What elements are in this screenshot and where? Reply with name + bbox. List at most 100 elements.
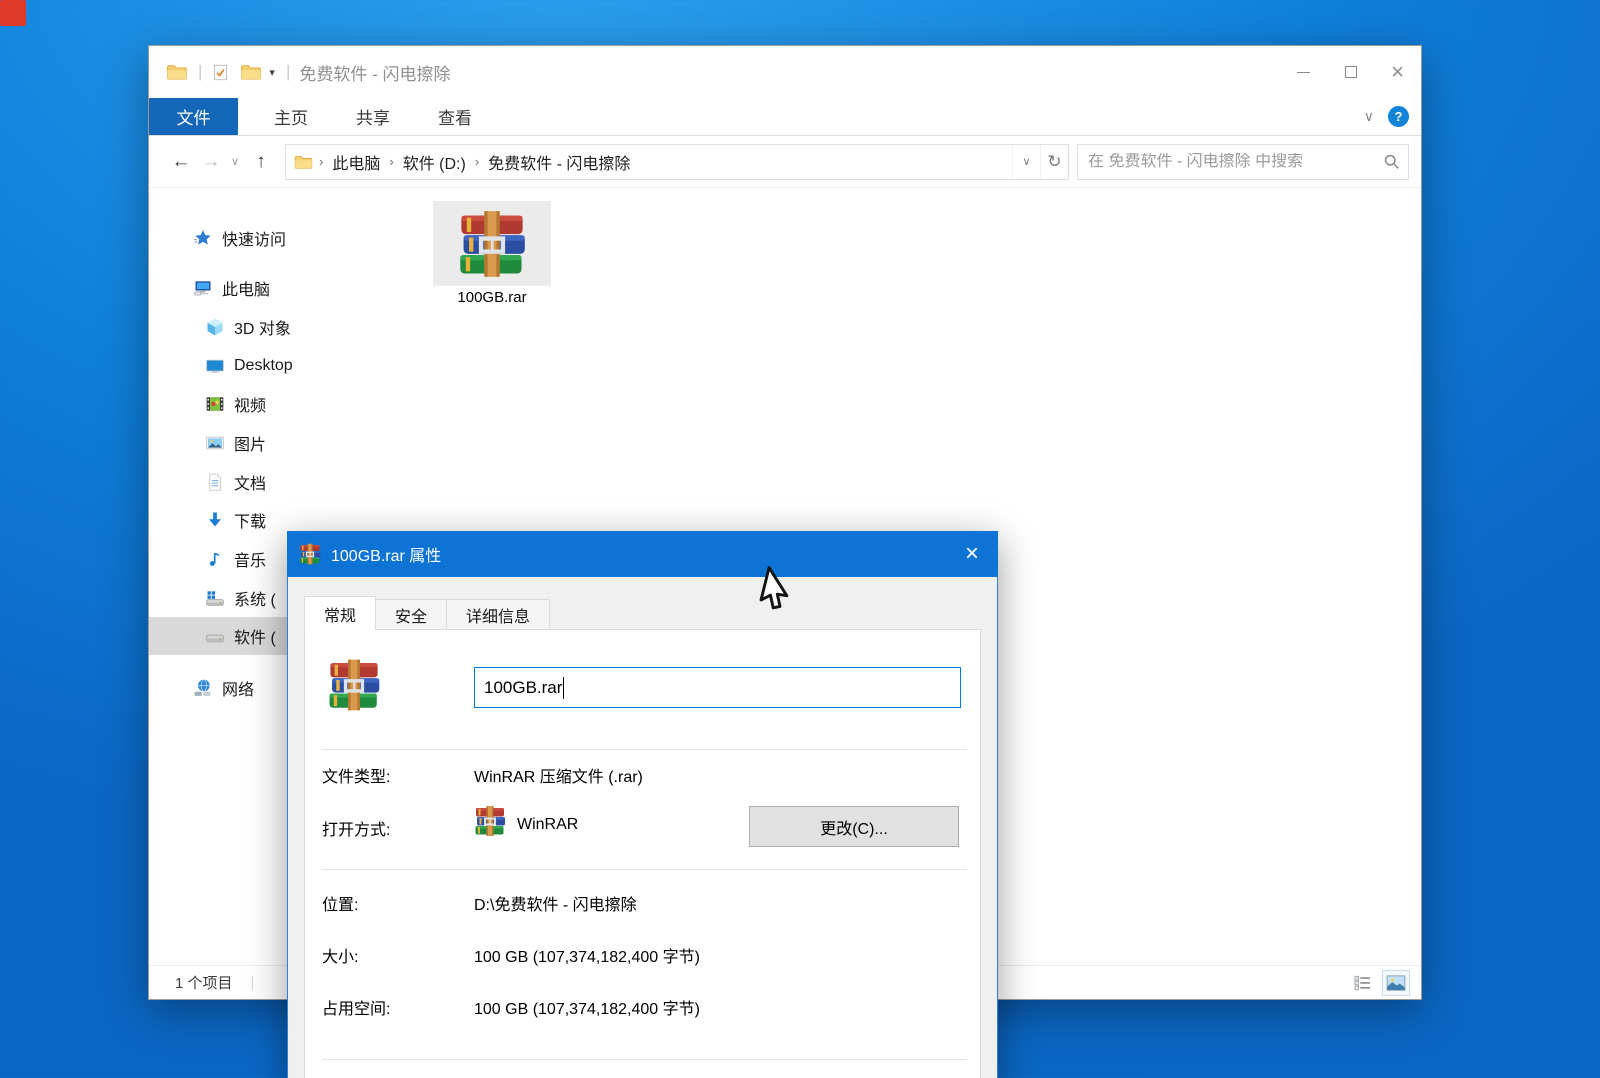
videos-icon bbox=[205, 394, 225, 414]
sidebar-item-label: 软件 ( bbox=[234, 624, 276, 648]
refresh-icon[interactable]: ↻ bbox=[1040, 145, 1068, 179]
sidebar-item-this-pc[interactable]: 此电脑 bbox=[149, 269, 421, 307]
properties-dialog: 100GB.rar 属性 × 常规 安全 详细信息 100GB.rar 文件类型… bbox=[287, 531, 998, 1078]
dialog-title: 100GB.rar 属性 bbox=[331, 542, 441, 566]
large-icons-view-button[interactable] bbox=[1383, 971, 1409, 995]
file-item[interactable]: 100GB.rar bbox=[433, 201, 551, 313]
quick-access-star-icon bbox=[193, 228, 213, 248]
sidebar-item-label: 视频 bbox=[234, 392, 266, 416]
file-type-value: WinRAR 压缩文件 (.rar) bbox=[474, 763, 643, 787]
tab-file[interactable]: 文件 bbox=[149, 98, 238, 135]
sidebar-item-desktop[interactable]: Desktop bbox=[149, 347, 421, 385]
status-separator: | bbox=[251, 974, 255, 991]
filename-value: 100GB.rar bbox=[484, 678, 562, 698]
dialog-tab-bar: 常规 安全 详细信息 bbox=[304, 596, 550, 630]
dialog-titlebar[interactable]: 100GB.rar 属性 × bbox=[287, 531, 998, 577]
app-folder-icon bbox=[166, 63, 188, 82]
size-on-disk-value: 100 GB (107,374,182,400 字节) bbox=[474, 995, 700, 1019]
address-dropdown-icon[interactable]: ∨ bbox=[1012, 145, 1040, 179]
sidebar-item-label: 网络 bbox=[222, 676, 254, 700]
sidebar-item-label: 此电脑 bbox=[222, 276, 270, 300]
3d-objects-icon bbox=[205, 317, 225, 337]
back-button[interactable]: ← bbox=[165, 151, 197, 173]
ribbon-tab-bar: 文件 主页 共享 查看 ∨ ? bbox=[149, 98, 1421, 136]
winrar-app-icon bbox=[474, 805, 506, 837]
tab-home[interactable]: 主页 bbox=[250, 98, 332, 135]
qat-customize-dropdown-icon[interactable]: ▾ bbox=[269, 66, 275, 79]
tab-general[interactable]: 常规 bbox=[304, 596, 376, 630]
sidebar-item-pictures[interactable]: 图片 bbox=[149, 424, 421, 462]
sidebar-item-label: 文档 bbox=[234, 470, 266, 494]
system-drive-icon bbox=[205, 588, 225, 608]
sidebar-item-documents[interactable]: 文档 bbox=[149, 463, 421, 501]
sidebar-item-3d-objects[interactable]: 3D 对象 bbox=[149, 308, 421, 346]
size-label: 大小: bbox=[322, 943, 358, 967]
search-box[interactable] bbox=[1077, 144, 1409, 180]
network-icon bbox=[193, 678, 213, 698]
breadcrumb-drive-d[interactable]: 软件 (D:) bbox=[394, 150, 475, 174]
divider bbox=[322, 749, 967, 750]
change-button[interactable]: 更改(C)... bbox=[749, 806, 959, 847]
navigation-bar: ← → ∨ ↑ › 此电脑 › 软件 (D:) › 免费软件 - 闪电擦除 ∨ … bbox=[149, 136, 1421, 188]
sidebar-item-label: 快速访问 bbox=[222, 226, 286, 250]
open-with-value: WinRAR bbox=[517, 816, 578, 834]
ribbon-collapse-icon[interactable]: ∨ bbox=[1364, 108, 1374, 125]
size-value: 100 GB (107,374,182,400 字节) bbox=[474, 943, 700, 967]
music-icon bbox=[205, 549, 225, 569]
mouse-cursor bbox=[750, 565, 794, 613]
documents-icon bbox=[205, 472, 225, 492]
desktop-icon-partial bbox=[0, 0, 26, 26]
winrar-archive-icon bbox=[299, 543, 321, 565]
sidebar-item-label: Desktop bbox=[234, 357, 293, 375]
tab-view[interactable]: 查看 bbox=[414, 98, 496, 135]
search-icon bbox=[1383, 153, 1400, 170]
maximize-button[interactable] bbox=[1327, 46, 1374, 98]
details-view-button[interactable] bbox=[1350, 971, 1376, 995]
address-bar[interactable]: › 此电脑 › 软件 (D:) › 免费软件 - 闪电擦除 ∨ ↻ bbox=[285, 144, 1069, 180]
breadcrumb-current-folder[interactable]: 免费软件 - 闪电擦除 bbox=[479, 150, 639, 174]
close-icon: × bbox=[965, 540, 979, 568]
help-button[interactable]: ? bbox=[1388, 106, 1409, 127]
open-with-label: 打开方式: bbox=[322, 816, 390, 840]
titlebar-separator: | bbox=[286, 62, 290, 82]
tab-security[interactable]: 安全 bbox=[376, 599, 447, 630]
minimize-button[interactable] bbox=[1280, 46, 1327, 98]
file-item-label: 100GB.rar bbox=[423, 289, 561, 306]
item-count: 1 个项目 bbox=[175, 972, 233, 993]
search-input[interactable] bbox=[1088, 153, 1383, 171]
qat-properties-icon[interactable] bbox=[212, 63, 234, 82]
sidebar-item-quick-access[interactable]: 快速访问 bbox=[149, 219, 421, 257]
breadcrumb-this-pc[interactable]: 此电脑 bbox=[323, 150, 389, 174]
pictures-icon bbox=[205, 433, 225, 453]
desktop-icon bbox=[205, 356, 225, 376]
large-icons-view-icon bbox=[1386, 975, 1406, 991]
this-pc-icon bbox=[193, 278, 213, 298]
general-tab-panel: 100GB.rar 文件类型: WinRAR 压缩文件 (.rar) 打开方式:… bbox=[304, 629, 981, 1078]
filename-input[interactable]: 100GB.rar bbox=[474, 667, 961, 708]
text-caret bbox=[563, 677, 564, 699]
location-value: D:\免费软件 - 闪电擦除 bbox=[474, 891, 637, 915]
recent-locations-dropdown-icon[interactable]: ∨ bbox=[225, 155, 245, 168]
winrar-archive-icon bbox=[450, 209, 534, 279]
sidebar-item-label: 3D 对象 bbox=[234, 315, 291, 339]
sidebar-item-label: 系统 ( bbox=[234, 586, 276, 610]
data-drive-icon bbox=[205, 626, 225, 646]
sidebar-item-videos[interactable]: 视频 bbox=[149, 385, 421, 423]
close-button[interactable]: × bbox=[1374, 46, 1421, 98]
divider bbox=[322, 869, 967, 870]
downloads-icon bbox=[205, 510, 225, 530]
tab-details[interactable]: 详细信息 bbox=[447, 599, 550, 630]
sidebar-item-label: 下载 bbox=[234, 508, 266, 532]
dialog-close-button[interactable]: × bbox=[946, 531, 998, 577]
titlebar-separator: | bbox=[198, 62, 202, 82]
winrar-archive-icon bbox=[327, 658, 381, 712]
explorer-titlebar: | ▾ | 免费软件 - 闪电擦除 × bbox=[149, 46, 1421, 98]
up-button[interactable]: ↑ bbox=[245, 151, 277, 173]
divider bbox=[322, 1059, 967, 1060]
sidebar-item-label: 图片 bbox=[234, 431, 266, 455]
forward-button[interactable]: → bbox=[197, 151, 225, 173]
qat-new-folder-icon[interactable] bbox=[240, 63, 262, 82]
tab-share[interactable]: 共享 bbox=[332, 98, 414, 135]
window-controls: × bbox=[1280, 46, 1421, 98]
file-type-label: 文件类型: bbox=[322, 763, 390, 787]
